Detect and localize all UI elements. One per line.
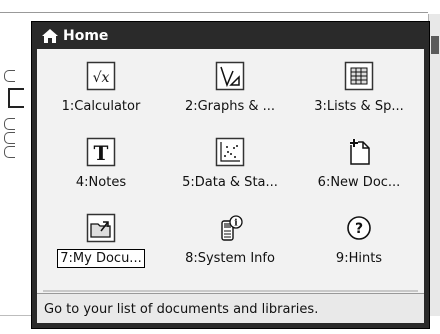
app-label: 2:Graphs & ... <box>184 99 276 114</box>
app-label: 3:Lists & Sp... <box>314 99 404 114</box>
app-label: 4:Notes <box>75 175 127 190</box>
app-label: 9:Hints <box>335 251 383 266</box>
system-info-icon: i <box>215 213 245 243</box>
app-data-statistics[interactable]: 5:Data & Sta... <box>166 135 294 209</box>
home-menu: Home √x 1:Calculator 2:Graphs & ... 3:Li… <box>31 21 430 329</box>
svg-text:√x: √x <box>93 70 110 86</box>
app-label: 1:Calculator <box>61 99 141 114</box>
hints-icon: ? <box>344 213 374 243</box>
app-my-documents[interactable]: 7:My Docu... <box>37 211 165 285</box>
svg-text:?: ? <box>355 221 363 237</box>
svg-text:i: i <box>234 219 238 229</box>
background-tree-icon <box>4 146 15 158</box>
calculator-icon: √x <box>86 61 116 91</box>
home-icon <box>42 28 58 43</box>
scrollbar-thumb[interactable] <box>431 36 439 54</box>
description-text: Go to your list of documents and librari… <box>37 293 424 323</box>
graphs-icon <box>215 61 245 91</box>
svg-text:T: T <box>94 141 109 165</box>
app-label: 8:System Info <box>185 251 275 266</box>
home-titlebar: Home <box>32 22 429 49</box>
app-system-info[interactable]: i 8:System Info <box>166 211 294 285</box>
app-notes[interactable]: T 4:Notes <box>37 135 165 209</box>
app-label: 6:New Doc... <box>317 175 401 190</box>
background-tree-icon <box>4 118 15 130</box>
new-document-icon <box>344 137 374 167</box>
my-documents-icon <box>86 213 116 243</box>
background-tree-icon <box>4 70 15 82</box>
home-panel: √x 1:Calculator 2:Graphs & ... 3:Lists &… <box>37 49 424 323</box>
description-divider <box>43 290 418 292</box>
app-label: 5:Data & Sta... <box>182 175 278 190</box>
app-hints[interactable]: ? 9:Hints <box>295 211 423 285</box>
notes-icon: T <box>86 137 116 167</box>
background-selection-box <box>8 88 24 108</box>
background-divider <box>0 12 428 13</box>
app-graphs[interactable]: 2:Graphs & ... <box>166 59 294 133</box>
spreadsheet-icon <box>344 61 374 91</box>
background-tree-icon <box>4 132 15 144</box>
app-label: 7:My Docu... <box>57 249 145 268</box>
data-stats-icon <box>215 137 245 167</box>
app-lists-spreadsheet[interactable]: 3:Lists & Sp... <box>295 59 423 133</box>
app-new-document[interactable]: 6:New Doc... <box>295 135 423 209</box>
home-title: Home <box>63 27 109 44</box>
app-calculator[interactable]: √x 1:Calculator <box>37 59 165 133</box>
app-grid: √x 1:Calculator 2:Graphs & ... 3:Lists &… <box>37 59 424 285</box>
